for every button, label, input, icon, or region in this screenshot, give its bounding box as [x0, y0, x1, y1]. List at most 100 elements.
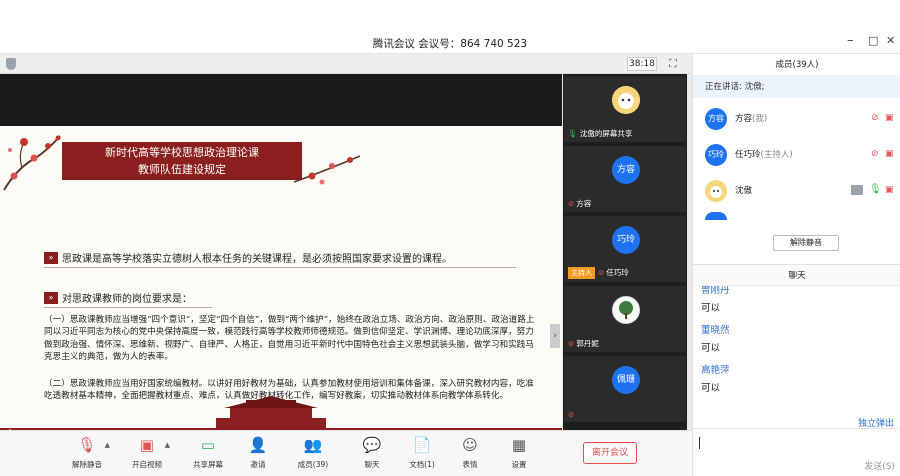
mic-muted-icon: ⊘ [598, 268, 605, 277]
chat-icon: 💬 [362, 436, 382, 454]
mic-muted-icon: ⊘ [568, 410, 575, 419]
member-row[interactable]: 巧玲 任巧玲(主持人) ⊘ ▣ [693, 138, 900, 172]
chat-messages: 曾刚丹 可以 董晓然 可以 高艳萍 可以 [693, 286, 900, 414]
share-screen-button[interactable]: ▭ 共享屏幕 [183, 435, 233, 470]
members-icon: 👥 [303, 436, 323, 454]
minimize-icon[interactable]: – [847, 33, 854, 48]
chat-input[interactable]: 发送(S) [693, 428, 900, 476]
plum-blossom-decoration-right [293, 155, 361, 185]
participant-tile[interactable]: 佩珊 ⊘ [564, 356, 686, 422]
video-off-icon[interactable]: ▣ [885, 113, 897, 123]
mic-muted-icon[interactable]: ⊘ [871, 113, 881, 125]
window-titlebar: 腾讯会议 会议号：864 740 523 – □ ✕ [0, 0, 900, 54]
participant-name: 主持人 ⊘ 任巧玲 [568, 267, 629, 279]
participant-tile[interactable]: ⊘ 郭丹妮 [564, 286, 686, 352]
slide-paragraph-1: （一）思政课教师应当增强“四个意识”，坚定“四个自信”，做到“两个维护”，始终在… [44, 315, 535, 362]
mic-on-icon: 🎙 [568, 129, 578, 138]
video-off-icon[interactable]: ▣ [885, 185, 897, 195]
bullet-icon: » [44, 292, 58, 304]
members-header: 成员(39人) [693, 54, 900, 76]
avatar: 方容 [705, 108, 727, 130]
chat-sender: 高艳萍 [701, 365, 730, 376]
chat-sender: 董晓然 [701, 325, 730, 336]
chat-text: 可以 [701, 383, 721, 394]
video-off-icon[interactable]: ▣ [885, 149, 897, 159]
divider [44, 267, 516, 268]
mic-muted-icon[interactable]: ⊘ [871, 149, 881, 161]
mic-muted-icon: ⊘ [568, 199, 575, 208]
tencent-meeting-window: 腾讯会议 会议号：864 740 523 – □ ✕ 38:18 ⛶ 新时代高等… [0, 0, 900, 476]
slide-title-line2: 教师队伍建设规定 [138, 163, 226, 176]
slide-title-line1: 新时代高等学校思想政治理论课 [105, 146, 259, 159]
slide-title: 新时代高等学校思想政治理论课 教师队伍建设规定 [62, 142, 302, 180]
avatar [612, 296, 640, 324]
plum-blossom-decoration [3, 135, 61, 191]
mic-on-icon[interactable]: 🎙 [869, 184, 882, 195]
divider [44, 307, 212, 308]
avatar: 佩珊 [612, 366, 640, 394]
side-panel: 成员(39人) 正在讲话: 沈傲; 方容 方容(我) ⊘ ▣ 巧玲 任巧玲(主持… [692, 54, 900, 476]
avatar: 方容 [612, 156, 640, 184]
text-cursor [699, 437, 700, 449]
window-title: 腾讯会议 会议号：864 740 523 [372, 38, 528, 50]
members-button[interactable]: 👥 成员(39) [288, 435, 338, 470]
member-name: 沈傲 [735, 186, 753, 196]
avatar: 巧玲 [612, 226, 640, 254]
bullet-icon: » [44, 252, 58, 264]
participant-name: 🎙 沈傲的屏幕共享 [568, 129, 633, 138]
member-row[interactable]: 沈傲 🎙 ▣ [693, 174, 900, 208]
emoji-button[interactable]: ☺ 表情 [445, 435, 495, 470]
unmute-button[interactable]: 🎙 ▲ 解除静音 [62, 435, 112, 470]
caret-up-icon[interactable]: ▲ [165, 441, 170, 449]
avatar [705, 180, 727, 202]
caret-up-icon[interactable]: ▲ [105, 441, 110, 449]
meeting-stage: 38:18 ⛶ 新时代高等学校思想政治理论课 教师队伍建设规定 » 思政课是高等… [0, 54, 692, 444]
chat-text: 可以 [701, 303, 721, 314]
fullscreen-icon[interactable]: ⛶ [666, 57, 680, 71]
tiananmen-silhouette [216, 396, 326, 428]
member-name: 任巧玲(主持人) [735, 150, 793, 160]
avatar [612, 86, 640, 114]
add-user-icon: 👤 [248, 436, 268, 454]
security-shield-icon[interactable] [6, 58, 16, 70]
screen-share-icon [851, 185, 863, 195]
start-video-button[interactable]: ▣ ▲ 开启视频 [122, 435, 172, 470]
chat-sender: 曾刚丹 [701, 286, 730, 296]
invite-button[interactable]: 👤 邀请 [233, 435, 283, 470]
close-icon[interactable]: ✕ [886, 34, 895, 47]
unmute-all-button[interactable]: 解除静音 [773, 235, 839, 251]
emoji-icon: ☺ [462, 436, 478, 454]
member-name: 方容(我) [735, 114, 768, 124]
send-button[interactable]: 发送(S) [864, 459, 895, 472]
document-icon: 📄 [412, 436, 432, 454]
leave-meeting-button[interactable]: 离开会议 [583, 442, 637, 464]
participant-name: ⊘ 郭丹妮 [568, 339, 599, 348]
screen-share-area: 新时代高等学校思想政治理论课 教师队伍建设规定 » 思政课是高等学校落实立德树人… [0, 74, 562, 444]
settings-button[interactable]: ▦ 设置 [494, 435, 544, 470]
maximize-icon[interactable]: □ [868, 34, 878, 47]
next-page-arrow-icon[interactable]: › [550, 324, 560, 348]
chat-button[interactable]: 💬 聊天 [347, 435, 397, 470]
participant-tile-screen-share[interactable]: 🎙 沈傲的屏幕共享 [564, 76, 686, 142]
host-badge: 主持人 [568, 267, 595, 279]
meeting-timer: 38:18 [627, 57, 657, 71]
mic-muted-icon: ⊘ [568, 339, 575, 348]
participant-name: ⊘ 方容 [568, 199, 592, 208]
chat-header: 聊天 [693, 264, 900, 286]
now-speaking: 正在讲话: 沈傲; [693, 76, 900, 98]
stage-subbar: 38:18 ⛶ [0, 54, 692, 74]
chat-text: 可以 [701, 343, 721, 354]
meeting-toolbar: 🎙 ▲ 解除静音 ▣ ▲ 开启视频 ▭ 共享屏幕 👤 邀请 👥 成员(39) 💬… [0, 430, 692, 476]
share-screen-icon: ▭ [200, 436, 216, 454]
participant-tile-host[interactable]: 巧玲 主持人 ⊘ 任巧玲 [564, 216, 686, 282]
participant-name: ⊘ [568, 410, 576, 419]
slide-heading-2: 对思政课教师的岗位要求是： [62, 294, 192, 305]
member-row-partial [705, 212, 727, 220]
member-row[interactable]: 方容 方容(我) ⊘ ▣ [693, 102, 900, 136]
documents-button[interactable]: 📄 文档(1) [397, 435, 447, 470]
participant-tile[interactable]: 方容 ⊘ 方容 [564, 146, 686, 212]
settings-grid-icon: ▦ [511, 436, 527, 454]
slide-heading-1: 思政课是高等学校落实立德树人根本任务的关键课程，是必须按照国家要求设置的课程。 [62, 254, 452, 265]
shared-slide: 新时代高等学校思想政治理论课 教师队伍建设规定 » 思政课是高等学校落实立德树人… [0, 126, 562, 444]
avatar: 巧玲 [705, 144, 727, 166]
